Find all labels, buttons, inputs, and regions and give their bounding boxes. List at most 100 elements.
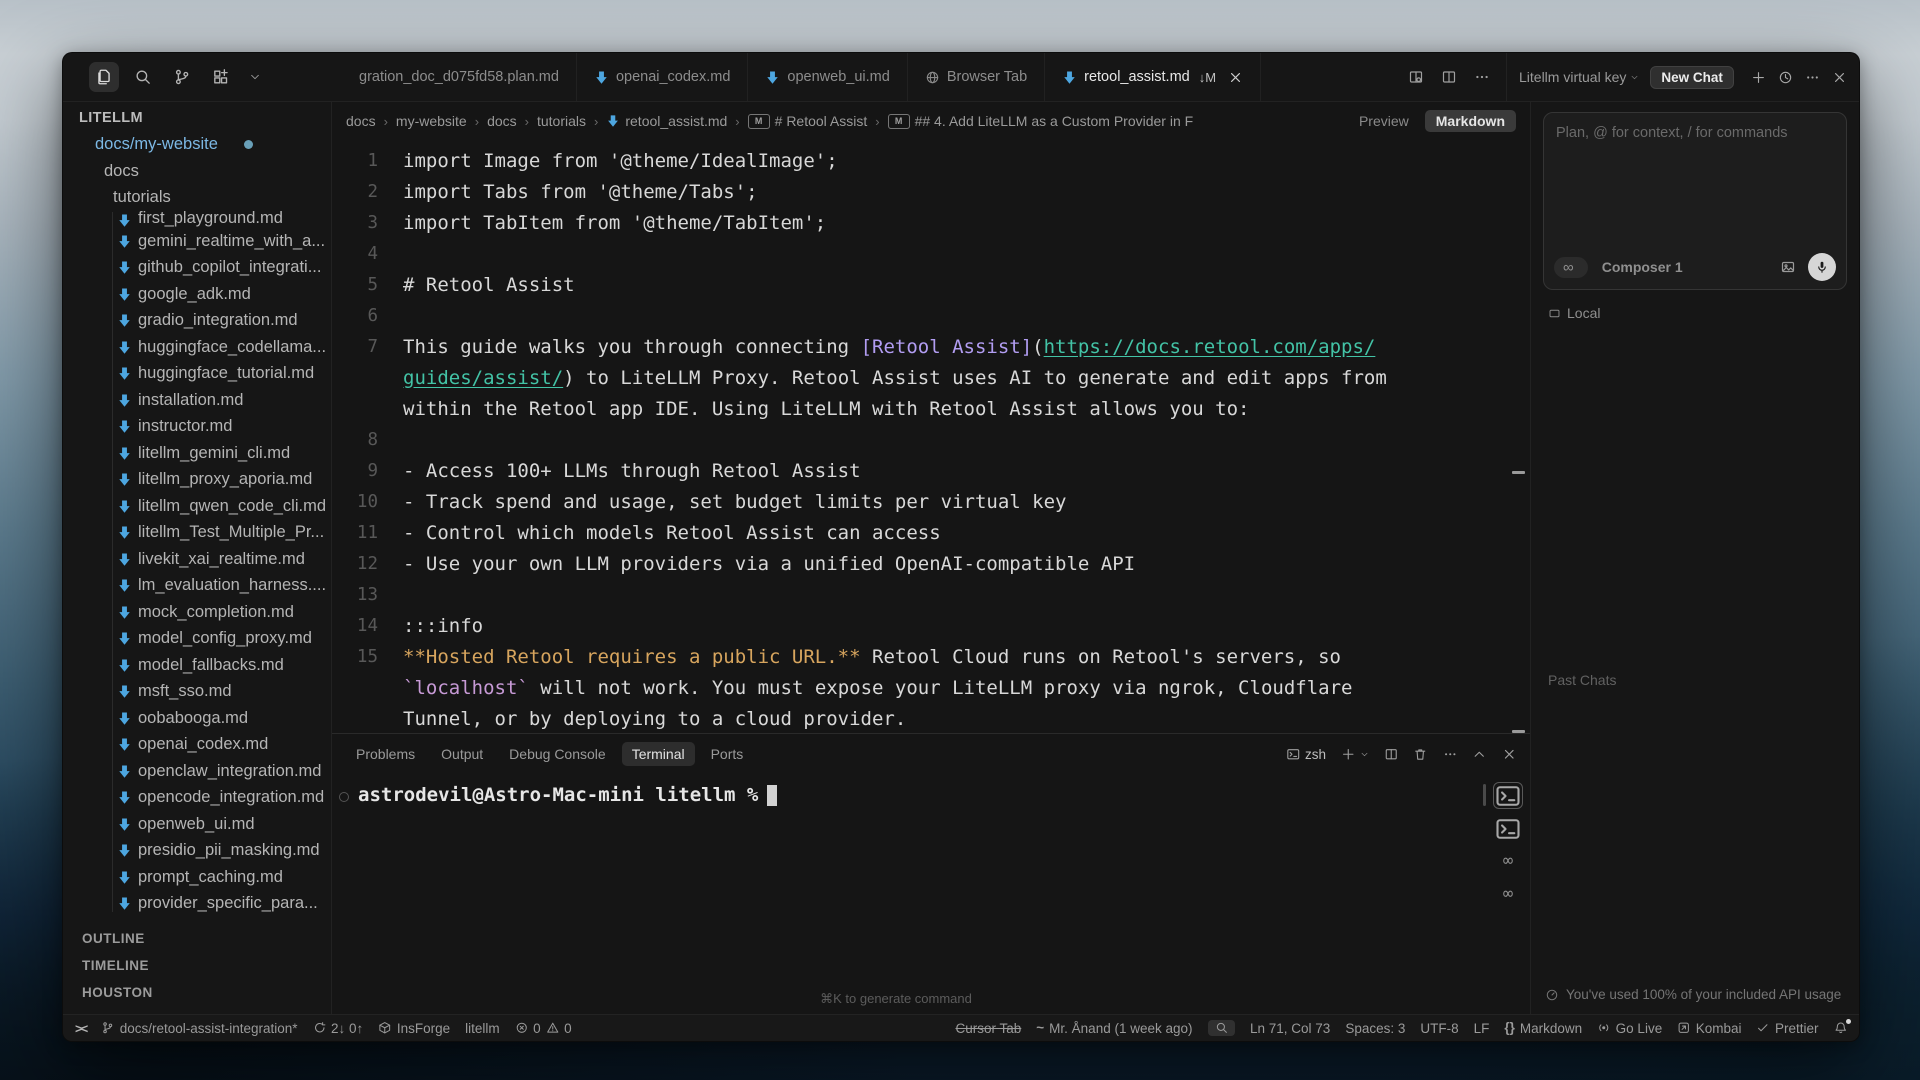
terminal-list-item-3[interactable]: ∞: [1493, 848, 1523, 875]
terminal-scrollbar[interactable]: [1483, 784, 1486, 806]
activity-search-button[interactable]: [128, 62, 158, 92]
agent-mode-selector[interactable]: ∞: [1554, 257, 1588, 278]
more-icon[interactable]: [1805, 70, 1820, 85]
status-git-sync[interactable]: 2↓ 0↑: [313, 1021, 364, 1036]
breadcrumb[interactable]: docs›my-website›docs›tutorials›retool_as…: [346, 113, 1349, 129]
workspace-root[interactable]: LITELLM: [63, 105, 331, 132]
tree-file-instructor-md[interactable]: instructor.md: [63, 414, 331, 441]
tree-file-openclaw-integration-md[interactable]: openclaw_integration.md: [63, 758, 331, 785]
split-editor-icon[interactable]: [1441, 69, 1457, 85]
panel-tab-output[interactable]: Output: [431, 742, 493, 766]
status-kombai[interactable]: Kombai: [1677, 1021, 1741, 1036]
split-terminal-button[interactable]: [1384, 747, 1399, 762]
sidebar-section-houston[interactable]: HOUSTON: [63, 979, 331, 1006]
terminal-list-item-2[interactable]: [1493, 815, 1523, 842]
status-cursor-position[interactable]: Ln 71, Col 73: [1250, 1021, 1330, 1036]
tree-file-litellm-test-multiple-pr[interactable]: litellm_Test_Multiple_Pr...: [63, 520, 331, 547]
tree-file-github-copilot-integrati[interactable]: github_copilot_integrati...: [63, 255, 331, 282]
breadcrumb-item[interactable]: M# Retool Assist: [748, 113, 868, 129]
tree-folder-tutorials[interactable]: tutorials: [63, 185, 331, 212]
chat-tab-litellm-virtual-key[interactable]: Litellm virtual key: [1519, 69, 1639, 85]
tree-file-litellm-proxy-aporia-md[interactable]: litellm_proxy_aporia.md: [63, 467, 331, 494]
tree-file-model-fallbacks-md[interactable]: model_fallbacks.md: [63, 652, 331, 679]
shell-indicator[interactable]: zsh: [1286, 747, 1326, 762]
split-search-icon[interactable]: [1408, 69, 1424, 85]
editor-tab-gration-doc-d075fd58-plan-md[interactable]: gration_doc_d075fd58.plan.md: [357, 53, 577, 101]
status-git-branch[interactable]: docs/retool-assist-integration*: [101, 1021, 297, 1036]
tree-file-huggingface-tutorial-md[interactable]: huggingface_tutorial.md: [63, 361, 331, 388]
close-panel-icon[interactable]: [1832, 70, 1847, 85]
tree-file-oobabooga-md[interactable]: oobabooga.md: [63, 705, 331, 732]
tree-file-lm-evaluation-harness[interactable]: lm_evaluation_harness....: [63, 573, 331, 600]
terminal-list-item-1[interactable]: [1493, 782, 1523, 809]
kill-terminal-button[interactable]: [1413, 747, 1428, 762]
model-selector[interactable]: Composer 1: [1602, 259, 1688, 275]
panel-tab-problems[interactable]: Problems: [346, 742, 425, 766]
status-git-blame[interactable]: ~Mr. Ånand (1 week ago): [1036, 1021, 1192, 1036]
tree-file-installation-md[interactable]: installation.md: [63, 387, 331, 414]
status-litellm[interactable]: litellm: [465, 1021, 500, 1036]
close-panel-button[interactable]: [1502, 747, 1517, 762]
panel-tab-debug-console[interactable]: Debug Console: [499, 742, 616, 766]
activity-source-control-button[interactable]: [167, 62, 197, 92]
tree-file-livekit-xai-realtime-md[interactable]: livekit_xai_realtime.md: [63, 546, 331, 573]
tree-file-gradio-integration-md[interactable]: gradio_integration.md: [63, 308, 331, 335]
more-icon[interactable]: [1474, 69, 1490, 85]
status-screencast[interactable]: [1208, 1020, 1236, 1036]
status-language-mode[interactable]: {}Markdown: [1504, 1021, 1582, 1036]
tree-file-litellm-gemini-cli-md[interactable]: litellm_gemini_cli.md: [63, 440, 331, 467]
voice-input-button[interactable]: [1808, 253, 1836, 281]
terminal-body[interactable]: astrodevil@Astro-Mac-mini litellm % ∞∞ ⌘…: [332, 774, 1530, 1014]
editor-tab-retool-assist-md[interactable]: retool_assist.md↓M: [1045, 53, 1261, 101]
status-go-live[interactable]: Go Live: [1597, 1021, 1662, 1036]
history-icon[interactable]: [1778, 70, 1793, 85]
activity-extensions-button[interactable]: [206, 62, 236, 92]
tree-file-first-playground-md[interactable]: first_playground.md: [63, 211, 331, 228]
editor-tab-openweb-ui-md[interactable]: openweb_ui.md: [748, 53, 907, 101]
breadcrumb-item[interactable]: docs: [487, 113, 517, 129]
new-chat-tab[interactable]: New Chat: [1650, 66, 1734, 89]
chat-input-box[interactable]: Plan, @ for context, / for commands ∞ Co…: [1543, 112, 1847, 290]
breadcrumb-item[interactable]: M## 4. Add LiteLLM as a Custom Provider …: [888, 113, 1194, 129]
activity-explorer-button[interactable]: [89, 62, 119, 92]
sidebar-section-outline[interactable]: OUTLINE: [63, 925, 331, 952]
tree-file-model-config-proxy-md[interactable]: model_config_proxy.md: [63, 626, 331, 653]
tree-file-google-adk-md[interactable]: google_adk.md: [63, 281, 331, 308]
status-cursor-tab[interactable]: Cursor Tab: [956, 1021, 1022, 1036]
status-notifications[interactable]: [1834, 1021, 1848, 1035]
editor-tab-browser-tab[interactable]: Browser Tab: [908, 53, 1045, 101]
attach-image-icon[interactable]: [1780, 259, 1796, 275]
status-problems[interactable]: 00: [515, 1021, 572, 1036]
status-remote-indicator[interactable]: ><: [75, 1022, 86, 1035]
tree-file-litellm-qwen-code-cli-md[interactable]: litellm_qwen_code_cli.md: [63, 493, 331, 520]
tree-file-provider-specific-para[interactable]: provider_specific_para...: [63, 891, 331, 918]
tree-file-openai-codex-md[interactable]: openai_codex.md: [63, 732, 331, 759]
status-insforge[interactable]: InsForge: [378, 1021, 450, 1036]
markdown-toggle[interactable]: Markdown: [1425, 110, 1516, 132]
terminal-list-item-4[interactable]: ∞: [1493, 881, 1523, 908]
past-chats[interactable]: Past Chats: [1548, 672, 1623, 688]
breadcrumb-item[interactable]: docs: [346, 113, 376, 129]
tree-file-mock-completion-md[interactable]: mock_completion.md: [63, 599, 331, 626]
tree-folder-docs-my-website[interactable]: docs/my-website: [63, 132, 331, 159]
new-chat-icon[interactable]: [1751, 70, 1766, 85]
breadcrumb-item[interactable]: retool_assist.md: [606, 113, 727, 129]
status-encoding[interactable]: UTF-8: [1420, 1021, 1458, 1036]
tree-folder-docs[interactable]: docs: [63, 158, 331, 185]
tree-file-presidio-pii-masking-md[interactable]: presidio_pii_masking.md: [63, 838, 331, 865]
status-eol[interactable]: LF: [1474, 1021, 1490, 1036]
status-prettier[interactable]: Prettier: [1756, 1021, 1818, 1036]
sidebar-section-timeline[interactable]: TIMELINE: [63, 952, 331, 979]
preview-toggle[interactable]: Preview: [1359, 113, 1409, 129]
tree-file-huggingface-codellama[interactable]: huggingface_codellama...: [63, 334, 331, 361]
panel-tab-ports[interactable]: Ports: [701, 742, 754, 766]
tree-file-gemini-realtime-with-a[interactable]: gemini_realtime_with_a...: [63, 228, 331, 255]
panel-tab-terminal[interactable]: Terminal: [622, 742, 695, 766]
new-terminal-button[interactable]: [1341, 747, 1369, 762]
status-indentation[interactable]: Spaces: 3: [1345, 1021, 1405, 1036]
editor-tab-openai-codex-md[interactable]: openai_codex.md: [577, 53, 748, 101]
tree-file-openweb-ui-md[interactable]: openweb_ui.md: [63, 811, 331, 838]
maximize-panel-button[interactable]: [1472, 747, 1487, 762]
tree-file-msft-sso-md[interactable]: msft_sso.md: [63, 679, 331, 706]
close-icon[interactable]: [1228, 70, 1243, 85]
